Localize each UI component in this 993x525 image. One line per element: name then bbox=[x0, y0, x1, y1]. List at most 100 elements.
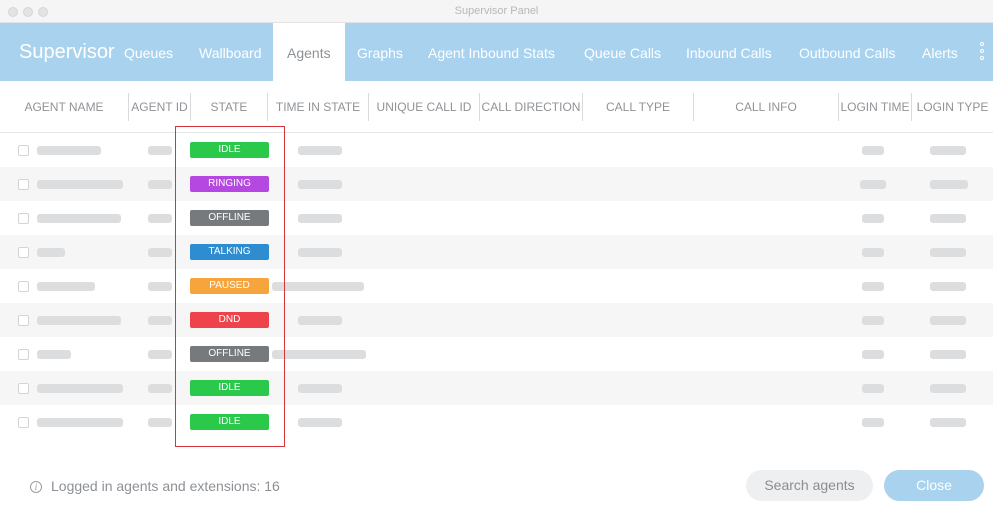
row-checkbox[interactable] bbox=[18, 417, 29, 428]
row-checkbox[interactable] bbox=[18, 281, 29, 292]
agent-name-cell bbox=[37, 248, 65, 257]
state-badge: IDLE bbox=[190, 380, 269, 396]
column-time-in-state[interactable]: TIME IN STATE bbox=[268, 81, 368, 133]
column-unique-call-id[interactable]: UNIQUE CALL ID bbox=[369, 81, 479, 133]
agent-name-cell bbox=[37, 146, 101, 155]
row-checkbox[interactable] bbox=[18, 179, 29, 190]
row-checkbox[interactable] bbox=[18, 315, 29, 326]
agent-id-cell bbox=[148, 214, 172, 223]
column-login-type[interactable]: LOGIN TYPE bbox=[912, 81, 993, 133]
login-type-cell bbox=[930, 214, 966, 223]
tab-queue-calls[interactable]: Queue Calls bbox=[584, 45, 661, 61]
table-row[interactable]: OFFLINE bbox=[0, 201, 993, 235]
state-badge: OFFLINE bbox=[190, 210, 269, 226]
column-agent-name[interactable]: AGENT NAME bbox=[0, 81, 128, 133]
row-checkbox[interactable] bbox=[18, 145, 29, 156]
tab-queues[interactable]: Queues bbox=[124, 45, 173, 61]
tab-alerts[interactable]: Alerts bbox=[922, 45, 958, 61]
agent-name-cell bbox=[37, 282, 95, 291]
login-time-cell bbox=[862, 418, 884, 427]
login-type-cell bbox=[930, 350, 966, 359]
tab-graphs[interactable]: Graphs bbox=[357, 45, 403, 61]
agent-id-cell bbox=[148, 282, 172, 291]
time-in-state-cell bbox=[298, 214, 342, 223]
table-row[interactable]: IDLE bbox=[0, 133, 993, 167]
state-badge: TALKING bbox=[190, 244, 269, 260]
login-time-cell bbox=[862, 350, 884, 359]
login-type-cell bbox=[930, 248, 966, 257]
login-type-cell bbox=[930, 418, 966, 427]
vertical-ellipsis-icon[interactable] bbox=[980, 42, 986, 62]
login-time-cell bbox=[862, 248, 884, 257]
time-in-state-cell bbox=[298, 180, 342, 189]
state-badge: IDLE bbox=[190, 142, 269, 158]
row-checkbox[interactable] bbox=[18, 247, 29, 258]
agent-id-cell bbox=[148, 384, 172, 393]
tab-agents[interactable]: Agents bbox=[273, 23, 345, 81]
state-badge: IDLE bbox=[190, 414, 269, 430]
agent-name-cell bbox=[37, 316, 121, 325]
logged-in-agents-info: i Logged in agents and extensions: 16 bbox=[30, 478, 280, 494]
tab-outbound-calls[interactable]: Outbound Calls bbox=[799, 45, 896, 61]
tab-wallboard[interactable]: Wallboard bbox=[199, 45, 262, 61]
time-in-state-cell bbox=[298, 418, 342, 427]
agent-name-cell bbox=[37, 180, 123, 189]
row-checkbox[interactable] bbox=[18, 383, 29, 394]
column-call-info[interactable]: CALL INFO bbox=[694, 81, 838, 133]
agent-name-cell bbox=[37, 418, 123, 427]
row-checkbox[interactable] bbox=[18, 349, 29, 360]
table-row[interactable]: DND bbox=[0, 303, 993, 337]
login-time-cell bbox=[862, 214, 884, 223]
search-agents-button[interactable]: Search agents bbox=[746, 470, 873, 501]
table-row[interactable]: OFFLINE bbox=[0, 337, 993, 371]
login-type-cell bbox=[930, 316, 966, 325]
table-row[interactable]: TALKING bbox=[0, 235, 993, 269]
table-row[interactable]: IDLE bbox=[0, 371, 993, 405]
row-checkbox[interactable] bbox=[18, 213, 29, 224]
tab-agent-inbound-stats[interactable]: Agent Inbound Stats bbox=[428, 45, 555, 61]
login-type-cell bbox=[930, 180, 968, 189]
column-agent-id[interactable]: AGENT ID bbox=[129, 81, 190, 133]
agent-id-cell bbox=[148, 180, 172, 189]
column-call-type[interactable]: CALL TYPE bbox=[583, 81, 693, 133]
login-type-cell bbox=[930, 146, 966, 155]
agent-id-cell bbox=[148, 248, 172, 257]
time-in-state-cell bbox=[298, 384, 342, 393]
state-badge: DND bbox=[190, 312, 269, 328]
agent-id-cell bbox=[148, 418, 172, 427]
state-badge: OFFLINE bbox=[190, 346, 269, 362]
login-time-cell bbox=[860, 180, 886, 189]
column-login-time[interactable]: LOGIN TIME bbox=[839, 81, 911, 133]
login-type-cell bbox=[930, 384, 966, 393]
window-title: Supervisor Panel bbox=[454, 5, 539, 17]
time-in-state-cell bbox=[298, 316, 342, 325]
agents-table-header: AGENT NAME AGENT ID STATE TIME IN STATE … bbox=[0, 81, 993, 133]
agent-name-cell bbox=[37, 214, 121, 223]
table-row[interactable]: PAUSED bbox=[0, 269, 993, 303]
time-in-state-cell bbox=[272, 282, 364, 291]
agent-name-cell bbox=[37, 384, 123, 393]
column-call-direction[interactable]: CALL DIRECTION bbox=[480, 81, 582, 133]
table-row[interactable]: IDLE bbox=[0, 405, 993, 439]
info-circle-icon: i bbox=[30, 481, 42, 493]
logged-in-agents-text: Logged in agents and extensions: 16 bbox=[51, 478, 280, 494]
login-time-cell bbox=[862, 146, 884, 155]
state-badge: RINGING bbox=[190, 176, 269, 192]
tab-inbound-calls[interactable]: Inbound Calls bbox=[686, 45, 772, 61]
top-navbar: Supervisor Queues Wallboard Agents Graph… bbox=[0, 23, 993, 81]
login-time-cell bbox=[862, 384, 884, 393]
column-state[interactable]: STATE bbox=[191, 81, 267, 133]
state-badge: PAUSED bbox=[190, 278, 269, 294]
agent-id-cell bbox=[148, 316, 172, 325]
agent-id-cell bbox=[148, 350, 172, 359]
agent-id-cell bbox=[148, 146, 172, 155]
close-button[interactable]: Close bbox=[884, 470, 984, 501]
login-time-cell bbox=[862, 316, 884, 325]
time-in-state-cell bbox=[298, 248, 342, 257]
table-row[interactable]: RINGING bbox=[0, 167, 993, 201]
window-titlebar: Supervisor Panel bbox=[0, 0, 993, 23]
time-in-state-cell bbox=[298, 146, 342, 155]
agent-name-cell bbox=[37, 350, 71, 359]
brand-title: Supervisor bbox=[19, 41, 115, 63]
login-type-cell bbox=[930, 282, 966, 291]
